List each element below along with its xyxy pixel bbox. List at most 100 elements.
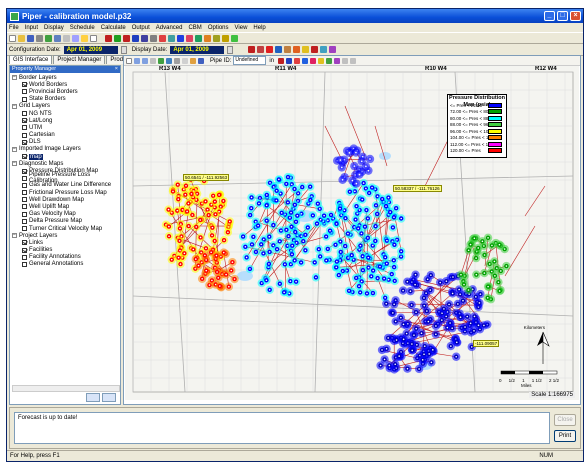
plot-icon[interactable] — [329, 46, 337, 53]
layer-icon[interactable] — [190, 57, 196, 64]
cross-icon[interactable] — [257, 46, 265, 53]
help-icon[interactable] — [81, 34, 88, 42]
separator-icon[interactable] — [123, 34, 130, 42]
panel-apply-button[interactable] — [86, 393, 100, 402]
calc-icon[interactable] — [63, 34, 70, 42]
well2-icon[interactable] — [311, 46, 319, 53]
layer-item[interactable]: DLS — [12, 139, 118, 146]
menu-help[interactable]: Help — [253, 25, 265, 31]
bowtie-icon[interactable] — [310, 57, 317, 64]
menu-cbm[interactable]: CBM — [188, 25, 201, 31]
redo-icon[interactable] — [350, 57, 357, 64]
zoom-in-icon[interactable] — [134, 57, 140, 64]
lock-icon[interactable] — [222, 34, 229, 42]
layer-item[interactable]: Pipeline Pressure Loss Calibration — [12, 172, 118, 184]
map-view[interactable]: Pipe ID: Undefined in R13 W4 R11 W4 R10 … — [123, 55, 581, 405]
display-date-field[interactable]: Apr 01, 2009 — [170, 45, 225, 54]
layer-item[interactable]: Links — [12, 239, 118, 246]
layer-checkbox[interactable] — [22, 218, 27, 224]
chart-icon[interactable] — [45, 34, 52, 42]
menu-view[interactable]: View — [235, 25, 248, 31]
collapse-icon[interactable]: − — [12, 75, 17, 81]
layer-checkbox[interactable] — [22, 132, 27, 138]
well-icon[interactable] — [294, 57, 301, 64]
wellhead-icon[interactable] — [105, 34, 112, 42]
layer-checkbox[interactable] — [22, 226, 27, 232]
layer-checkbox[interactable] — [22, 82, 27, 88]
tab-gis-interface[interactable]: GIS Interface — [9, 55, 53, 64]
layer-group[interactable]: − Imported Image Layers — [12, 146, 118, 153]
layer-checkbox[interactable] — [22, 261, 27, 267]
layer-checkbox[interactable] — [22, 175, 27, 181]
layer-item[interactable]: UTM — [12, 124, 118, 131]
layer-checkbox[interactable] — [22, 154, 27, 160]
gis-map-canvas[interactable]: R13 W4 R11 W4 R10 W4 R12 W4 50.6541 / -1… — [125, 66, 579, 400]
regulator-icon[interactable] — [204, 34, 211, 42]
node-icon[interactable] — [286, 57, 293, 64]
save-icon[interactable] — [27, 34, 34, 42]
junction-icon[interactable] — [141, 34, 148, 42]
layer-item[interactable]: Well Drawdown Map — [12, 196, 118, 203]
layer-checkbox[interactable] — [22, 182, 27, 188]
layer-checkbox[interactable] — [22, 89, 27, 95]
layer-item[interactable]: Cartesian — [12, 132, 118, 139]
menu-advanced[interactable]: Advanced — [156, 25, 183, 31]
display-date-dropdown[interactable] — [227, 45, 234, 54]
menu-output[interactable]: Output — [132, 25, 150, 31]
facility-icon[interactable] — [278, 57, 285, 64]
layer-item[interactable]: map — [12, 153, 118, 160]
layer-checkbox[interactable] — [22, 139, 27, 145]
layer-item[interactable]: Provincial Borders — [12, 88, 118, 95]
sun-icon[interactable] — [302, 46, 310, 53]
minimize-button[interactable]: _ — [544, 11, 555, 21]
tab-project-manager[interactable]: Project Manager — [53, 55, 106, 64]
tank2-icon[interactable] — [284, 46, 292, 53]
layer-item[interactable]: State Borders — [12, 96, 118, 103]
pointer-icon[interactable] — [126, 57, 132, 64]
layer-group[interactable]: − Project Layers — [12, 232, 118, 239]
layer-item[interactable]: Gas and Water Line Difference — [12, 182, 118, 189]
horizontal-scrollbar[interactable] — [12, 385, 120, 392]
map-svg[interactable] — [125, 66, 579, 400]
layer-checkbox[interactable] — [22, 118, 27, 124]
layer-item[interactable]: Turner Critical Velocity Map — [12, 225, 118, 232]
flag-icon[interactable] — [159, 34, 166, 42]
arrow-icon[interactable] — [302, 57, 309, 64]
flag2-icon[interactable] — [318, 57, 325, 64]
config-date-dropdown[interactable] — [120, 45, 127, 54]
panel-options-button[interactable] — [102, 393, 116, 402]
star2-icon[interactable] — [266, 46, 274, 53]
message-print-button[interactable]: Print — [554, 430, 576, 442]
tank-icon[interactable] — [168, 34, 175, 42]
pipe-icon[interactable] — [132, 34, 139, 42]
layer-item[interactable]: NG NTS — [12, 110, 118, 117]
menu-input[interactable]: Input — [25, 25, 38, 31]
collapse-icon[interactable]: − — [12, 233, 17, 239]
open-icon[interactable] — [18, 34, 25, 42]
layer-group[interactable]: − Border Layers — [12, 74, 118, 81]
layer-checkbox[interactable] — [22, 254, 27, 260]
select-icon[interactable] — [182, 57, 188, 64]
pen-icon[interactable] — [334, 57, 341, 64]
new-icon[interactable] — [9, 34, 16, 42]
layer-group[interactable]: − Diagnostic Maps — [12, 160, 118, 167]
layer-checkbox[interactable] — [22, 96, 27, 102]
star-icon[interactable] — [248, 46, 256, 53]
layer-checkbox[interactable] — [22, 111, 27, 117]
zoom-out-icon[interactable] — [142, 57, 148, 64]
pan-icon[interactable] — [150, 57, 156, 64]
doc-icon[interactable] — [90, 34, 97, 42]
layer-item[interactable]: Well Uplift Map — [12, 203, 118, 210]
flare-icon[interactable] — [293, 46, 301, 53]
collapse-icon[interactable]: − — [12, 103, 17, 109]
valve-icon[interactable] — [186, 34, 193, 42]
info-icon[interactable] — [198, 57, 204, 64]
play-icon[interactable] — [177, 34, 184, 42]
measure-icon[interactable] — [174, 57, 180, 64]
dehydrator-icon[interactable] — [213, 34, 220, 42]
config-date-field[interactable]: Apr 01, 2009 — [63, 45, 118, 54]
layer-checkbox[interactable] — [22, 240, 27, 246]
layer-checkbox[interactable] — [22, 125, 27, 131]
layer-item[interactable]: World Borders — [12, 81, 118, 88]
close-button[interactable]: × — [570, 11, 581, 21]
